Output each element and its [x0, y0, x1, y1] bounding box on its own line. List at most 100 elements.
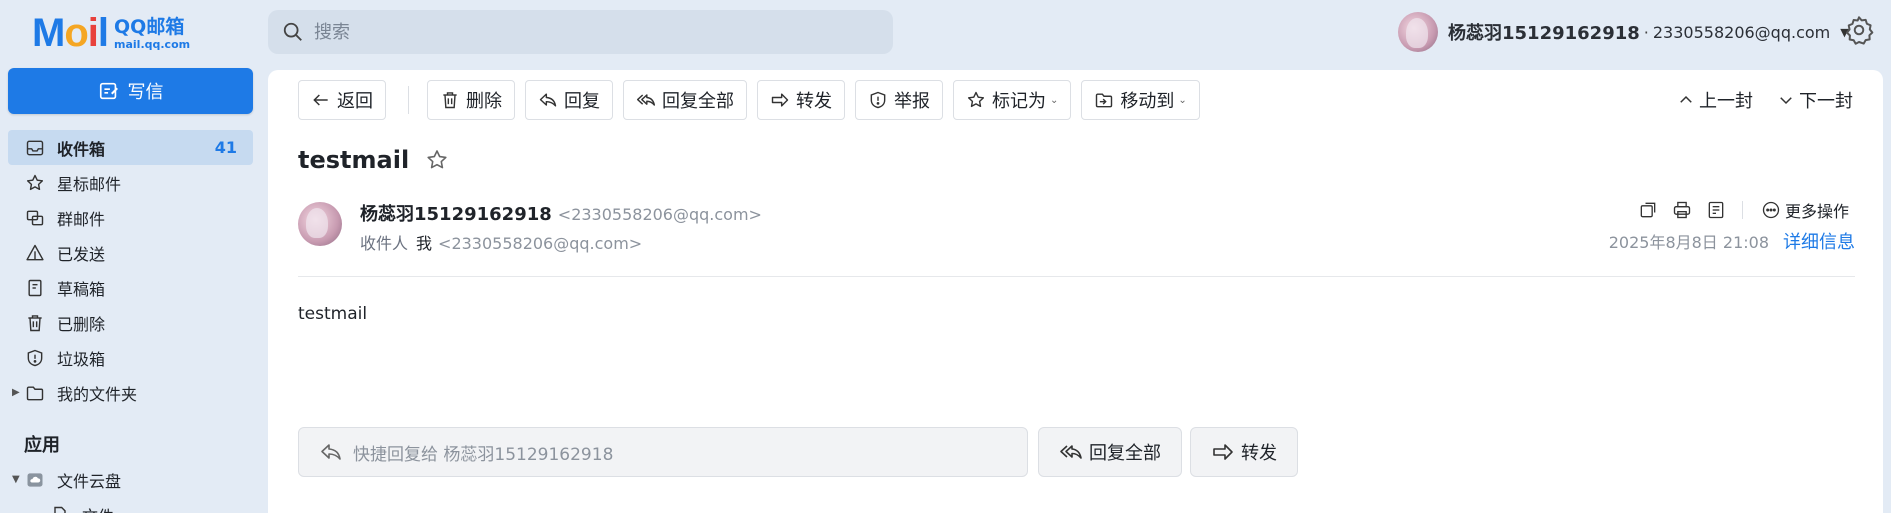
chevron-down-icon: ⌄ [1050, 94, 1059, 106]
sidebar-item-cloud-drive[interactable]: ▼ 文件云盘 [8, 462, 253, 497]
toolbar-divider [408, 86, 409, 114]
caret-down-icon[interactable]: ▼ [12, 474, 20, 485]
star-icon [26, 174, 44, 190]
reply-all-icon [1060, 445, 1082, 459]
sidebar-item-my-folders[interactable]: ▶ 我的文件夹 [8, 375, 253, 410]
mail-pager: 上一封 下一封 [1653, 80, 1853, 120]
mail-subject: testmail [298, 146, 449, 174]
reply-button[interactable]: 回复 [525, 80, 613, 120]
back-label: 返回 [337, 91, 373, 112]
note-icon[interactable] [1706, 200, 1726, 220]
folder-icon [26, 385, 44, 400]
sender-avatar[interactable] [298, 202, 342, 246]
mail-body: testmail [298, 304, 368, 324]
quick-reply-all-button[interactable]: 回复全部 [1038, 427, 1182, 477]
mail-toolbar: 返回 删除 回复 回复全部 转发 举报 标记为 ⌄ 移动到 ⌄ [298, 80, 1210, 120]
chevron-down-icon [1780, 97, 1792, 105]
actions-divider [1741, 201, 1743, 219]
mail-app: Moil QQ邮箱 mail.qq.com 杨蕊羽15129162918 · 2… [0, 0, 1891, 513]
prev-mail-button[interactable]: 上一封 [1677, 87, 1753, 113]
caret-right-icon[interactable]: ▶ [12, 387, 20, 398]
sender-name[interactable]: 杨蕊羽15129162918 [360, 200, 552, 226]
qq-mail-logo[interactable]: Moil QQ邮箱 mail.qq.com [32, 10, 190, 56]
print-icon[interactable] [1672, 200, 1692, 220]
file-icon [54, 506, 66, 513]
trash-icon [28, 314, 42, 331]
sidebar-item-label: 星标邮件 [57, 174, 122, 194]
compose-icon [99, 82, 118, 100]
sidebar-item-files[interactable]: 文件 [8, 497, 253, 513]
account-email: 2330558206@qq.com [1652, 22, 1831, 42]
report-shield-icon [870, 91, 886, 109]
next-mail-label: 下一封 [1799, 91, 1853, 112]
prev-mail-label: 上一封 [1699, 91, 1753, 112]
forward-button[interactable]: 转发 [757, 80, 845, 120]
search-input[interactable] [314, 21, 874, 43]
star-icon[interactable] [425, 148, 449, 172]
sidebar-apps: ▼ 文件云盘 文件 [8, 462, 253, 513]
mail-date-row: 2025年8月8日 21:08 详细信息 [1609, 228, 1855, 254]
forward-label: 转发 [796, 91, 832, 112]
reply-label: 回复 [564, 91, 600, 112]
sidebar-item-deleted[interactable]: 已删除 [8, 305, 253, 340]
mail-header-actions: 更多操作 [1624, 198, 1849, 222]
mail-header: 杨蕊羽15129162918 <2330558206@qq.com> 收件人 我… [298, 198, 1855, 272]
unread-count-badge: 41 [214, 138, 237, 157]
sidebar-item-inbox[interactable]: 收件箱 41 [8, 130, 253, 165]
sender-line: 杨蕊羽15129162918 <2330558206@qq.com> [360, 200, 762, 226]
sidebar-item-label: 已删除 [57, 314, 106, 334]
move-folder-icon [1096, 93, 1113, 108]
user-avatar[interactable] [1398, 12, 1438, 52]
recipient-line: 收件人 我 <2330558206@qq.com> [360, 230, 642, 254]
sidebar-item-label: 文件 [82, 503, 114, 513]
reply-all-label: 回复全部 [662, 91, 734, 112]
cloud-drive-icon [27, 472, 43, 487]
logo-text: QQ邮箱 mail.qq.com [114, 16, 190, 51]
sender-address: <2330558206@qq.com> [557, 205, 762, 224]
sidebar-item-label: 收件箱 [57, 139, 106, 159]
header-divider [298, 276, 1855, 277]
account-separator: · [1643, 22, 1649, 42]
account-menu[interactable]: 杨蕊羽15129162918 · 2330558206@qq.com ▼ [1398, 12, 1849, 52]
compose-label: 写信 [127, 82, 164, 103]
move-to-label: 移动到 [1120, 91, 1175, 112]
forward-icon [1213, 444, 1233, 460]
sidebar-item-group-mail[interactable]: 群邮件 [8, 200, 253, 235]
search-icon [283, 22, 302, 41]
more-actions-button[interactable]: 更多操作 [1761, 198, 1849, 222]
search-bar[interactable] [268, 10, 893, 54]
chevron-up-icon [1680, 95, 1692, 103]
compose-button[interactable]: 写信 [8, 68, 253, 114]
reply-all-button[interactable]: 回复全部 [623, 80, 747, 120]
next-mail-button[interactable]: 下一封 [1777, 87, 1853, 113]
sidebar-item-drafts[interactable]: 草稿箱 [8, 270, 253, 305]
report-button[interactable]: 举报 [855, 80, 943, 120]
quick-reply-input[interactable]: 快捷回复给 杨蕊羽15129162918 [298, 427, 1028, 477]
spam-shield-icon [27, 349, 43, 366]
details-link[interactable]: 详细信息 [1783, 228, 1855, 254]
sidebar-item-starred[interactable]: 星标邮件 [8, 165, 253, 200]
subject-text: testmail [298, 146, 410, 174]
recipient-name[interactable]: 我 [416, 230, 432, 254]
mail-reading-panel: 返回 删除 回复 回复全部 转发 举报 标记为 ⌄ 移动到 ⌄ 上一封 下一封 … [268, 70, 1883, 513]
sidebar-item-label: 我的文件夹 [57, 384, 138, 404]
new-window-icon[interactable] [1638, 200, 1658, 220]
move-to-dropdown[interactable]: 移动到 ⌄ [1081, 80, 1200, 120]
reply-icon [539, 93, 557, 107]
report-label: 举报 [894, 91, 930, 112]
sidebar-item-sent[interactable]: 已发送 [8, 235, 253, 270]
logo-mark: Moil [32, 11, 109, 55]
quick-reply-all-label: 回复全部 [1089, 443, 1161, 464]
sidebar-nav: 收件箱 41 星标邮件 群邮件 已发送 草稿箱 已删除 垃圾箱 ▶ 我的文件夹 [8, 130, 253, 410]
gear-icon[interactable] [1843, 14, 1875, 46]
quick-forward-button[interactable]: 转发 [1190, 427, 1298, 477]
back-button[interactable]: 返回 [298, 80, 386, 120]
delete-label: 删除 [466, 91, 502, 112]
sidebar-item-spam[interactable]: 垃圾箱 [8, 340, 253, 375]
mark-as-dropdown[interactable]: 标记为 ⌄ [953, 80, 1072, 120]
arrow-left-icon [313, 94, 328, 106]
recipient-label: 收件人 [360, 234, 409, 253]
more-dots-icon [1762, 201, 1780, 219]
delete-button[interactable]: 删除 [427, 80, 515, 120]
mail-date: 2025年8月8日 21:08 [1608, 233, 1769, 252]
